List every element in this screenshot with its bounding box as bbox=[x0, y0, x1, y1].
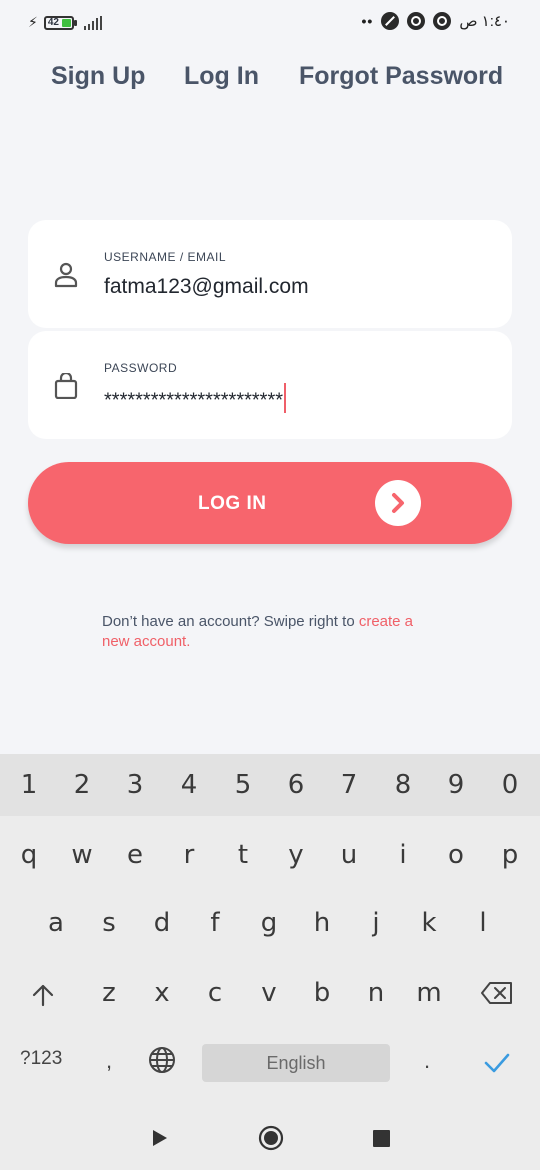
key-j[interactable]: j bbox=[356, 908, 396, 938]
signup-hint-text: Don’t have an account? Swipe right to bbox=[102, 613, 359, 630]
battery-level: 42 bbox=[47, 16, 59, 28]
clock: ١:٤٠ ص bbox=[459, 13, 510, 30]
key-w[interactable]: w bbox=[62, 840, 102, 870]
space-key[interactable]: English bbox=[202, 1044, 390, 1082]
key-p[interactable]: p bbox=[490, 840, 530, 870]
soft-keyboard: 1 2 3 4 5 6 7 8 9 0 q w e r t y u i o p … bbox=[0, 754, 540, 1106]
charging-icon: ⚡ bbox=[28, 14, 38, 30]
key-g[interactable]: g bbox=[249, 908, 289, 938]
recents-button[interactable] bbox=[373, 1130, 390, 1147]
password-field[interactable]: PASSWORD *********************** bbox=[28, 331, 512, 439]
key-z[interactable]: z bbox=[89, 978, 129, 1008]
key-b[interactable]: b bbox=[302, 978, 342, 1008]
key-h[interactable]: h bbox=[302, 908, 342, 938]
key-0[interactable]: 0 bbox=[490, 770, 530, 800]
backspace-key[interactable] bbox=[479, 980, 515, 1006]
key-9[interactable]: 9 bbox=[436, 770, 476, 800]
symbols-key[interactable]: ?123 bbox=[20, 1048, 62, 1070]
key-4[interactable]: 4 bbox=[169, 770, 209, 800]
username-field[interactable]: USERNAME / EMAIL fatma123@gmail.com bbox=[28, 220, 512, 328]
play-back-icon bbox=[153, 1130, 167, 1146]
login-button[interactable]: LOG IN bbox=[28, 462, 512, 544]
square-icon bbox=[373, 1130, 390, 1147]
number-row: 1 2 3 4 5 6 7 8 9 0 bbox=[0, 754, 540, 816]
enter-key[interactable] bbox=[484, 1052, 510, 1074]
key-q[interactable]: q bbox=[9, 840, 49, 870]
key-e[interactable]: e bbox=[115, 840, 155, 870]
status-bar: ⚡ 42 •• ١:٤٠ ص bbox=[0, 0, 540, 48]
shift-arrow-icon bbox=[32, 984, 54, 1007]
key-l[interactable]: l bbox=[463, 908, 503, 938]
home-button[interactable] bbox=[258, 1125, 284, 1151]
comma-key[interactable]: , bbox=[106, 1048, 112, 1074]
signal-icon bbox=[83, 15, 102, 30]
key-y[interactable]: y bbox=[276, 840, 316, 870]
app-notification-icon-2 bbox=[433, 12, 452, 30]
globe-icon bbox=[149, 1047, 175, 1073]
key-2[interactable]: 2 bbox=[62, 770, 102, 800]
key-6[interactable]: 6 bbox=[276, 770, 316, 800]
more-notifications-icon: •• bbox=[361, 13, 374, 29]
signup-hint: Don’t have an account? Swipe right to cr… bbox=[102, 612, 442, 652]
password-input[interactable]: *********************** bbox=[104, 383, 287, 416]
status-right: •• ١:٤٠ ص bbox=[362, 12, 510, 30]
status-left: ⚡ 42 bbox=[28, 14, 102, 31]
key-x[interactable]: x bbox=[142, 978, 182, 1008]
key-c[interactable]: c bbox=[195, 978, 235, 1008]
arrow-right-icon bbox=[375, 480, 421, 526]
backspace-icon bbox=[481, 982, 512, 1004]
key-i[interactable]: i bbox=[383, 840, 423, 870]
user-icon bbox=[54, 262, 78, 288]
checkmark-icon bbox=[484, 1053, 510, 1073]
app-notification-icon bbox=[407, 12, 426, 30]
dnd-icon bbox=[381, 12, 400, 30]
tab-log-in[interactable]: Log In bbox=[184, 62, 259, 91]
key-n[interactable]: n bbox=[356, 978, 396, 1008]
key-u[interactable]: u bbox=[329, 840, 369, 870]
key-a[interactable]: a bbox=[36, 908, 76, 938]
key-v[interactable]: v bbox=[249, 978, 289, 1008]
username-label: USERNAME / EMAIL bbox=[104, 250, 227, 264]
shift-key[interactable] bbox=[30, 982, 56, 1008]
key-7[interactable]: 7 bbox=[329, 770, 369, 800]
text-caret bbox=[284, 383, 287, 413]
key-s[interactable]: s bbox=[89, 908, 129, 938]
battery-icon: 42 bbox=[43, 15, 77, 30]
key-m[interactable]: m bbox=[409, 978, 449, 1008]
lock-icon bbox=[54, 373, 78, 399]
password-mask: *********************** bbox=[104, 389, 284, 412]
key-o[interactable]: o bbox=[436, 840, 476, 870]
key-8[interactable]: 8 bbox=[383, 770, 423, 800]
home-circle-icon bbox=[258, 1125, 284, 1151]
key-r[interactable]: r bbox=[169, 840, 209, 870]
tab-forgot-password[interactable]: Forgot Password bbox=[299, 62, 503, 91]
password-label: PASSWORD bbox=[104, 361, 178, 375]
key-k[interactable]: k bbox=[409, 908, 449, 938]
auth-tabs: Sign Up Log In Forgot Password bbox=[0, 62, 540, 98]
language-key[interactable] bbox=[148, 1046, 176, 1074]
username-input[interactable]: fatma123@gmail.com bbox=[104, 275, 309, 299]
key-3[interactable]: 3 bbox=[115, 770, 155, 800]
key-d[interactable]: d bbox=[142, 908, 182, 938]
key-t[interactable]: t bbox=[223, 840, 263, 870]
key-5[interactable]: 5 bbox=[223, 770, 263, 800]
tab-sign-up[interactable]: Sign Up bbox=[51, 62, 145, 91]
login-button-label: LOG IN bbox=[198, 493, 267, 514]
period-key[interactable]: . bbox=[424, 1048, 430, 1074]
navigation-bar bbox=[0, 1106, 540, 1170]
back-button[interactable] bbox=[150, 1128, 170, 1148]
key-f[interactable]: f bbox=[195, 908, 235, 938]
key-1[interactable]: 1 bbox=[9, 770, 49, 800]
